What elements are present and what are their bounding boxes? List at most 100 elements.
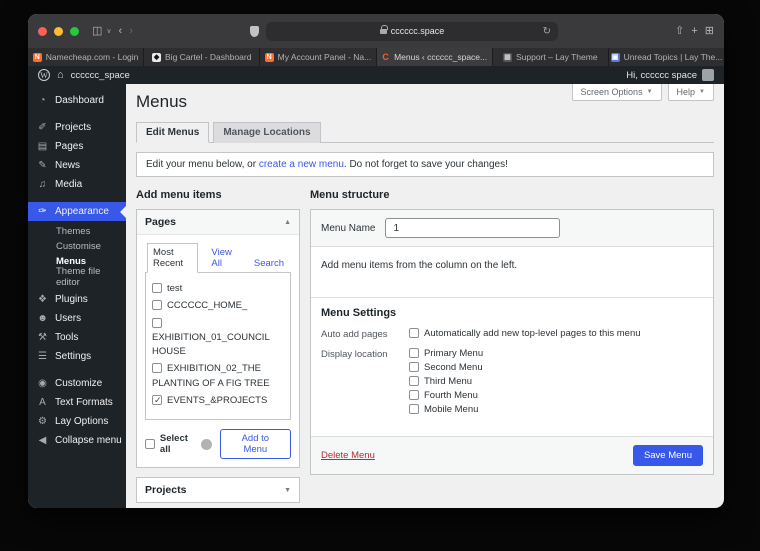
tools-icon: ⚒ — [38, 332, 47, 343]
checkbox[interactable] — [152, 283, 162, 293]
avatar[interactable] — [702, 69, 714, 81]
sidebar-item-users[interactable]: ☻ Users — [28, 309, 126, 328]
address-bar[interactable]: cccccc.space ↻ — [266, 21, 558, 41]
second-menu-checkbox[interactable] — [409, 362, 419, 372]
empty-menu-message: Add menu items from the column on the le… — [321, 260, 518, 271]
close-window-button[interactable] — [38, 26, 47, 36]
user-icon: ☻ — [37, 313, 48, 324]
browser-tab-forum[interactable]: ▣ Unread Topics | Lay The... — [608, 48, 724, 66]
projects-accordion: Projects ▼ — [136, 477, 300, 503]
sidebar-item-text-formats[interactable]: A Text Formats — [28, 393, 126, 412]
browser-window: ◫ ∨ ‹ › cccccc.space ↻ ⇧ + ⊞ N Namecheap… — [28, 14, 724, 508]
sidebar-item-appearance[interactable]: ✑ Appearance — [28, 202, 126, 221]
site-name-link[interactable]: cccccc_space — [71, 70, 130, 81]
traffic-lights — [38, 26, 79, 36]
browser-tab-account-panel[interactable]: N My Account Panel - Na... — [260, 48, 377, 66]
sidebar-item-plugins[interactable]: ❖ Plugins — [28, 290, 126, 309]
account-greeting[interactable]: Hi, cccccc space — [626, 70, 697, 81]
add-menu-items-column: Add menu items Pages ▲ Most Recent View … — [136, 189, 300, 508]
spinner-icon — [200, 438, 212, 450]
sidebar-item-tools[interactable]: ⚒ Tools — [28, 328, 126, 347]
submenu-item-customise[interactable]: Customise — [28, 239, 126, 254]
menu-structure-box: Menu Name Add menu items from the column… — [310, 209, 714, 475]
page-checkbox-item: test — [152, 282, 284, 296]
fourth-menu-checkbox[interactable] — [409, 390, 419, 400]
add-to-menu-button[interactable]: Add to Menu — [219, 429, 291, 459]
checkbox[interactable] — [152, 394, 162, 407]
browser-tab-menus-active[interactable]: C Menus ‹ cccccc_space... — [376, 48, 493, 66]
sidebar-item-news[interactable]: ✎ News — [28, 156, 126, 175]
display-location-label: Display location — [321, 349, 388, 360]
location-option: Mobile Menu — [409, 404, 483, 415]
chevron-down-icon[interactable]: ∨ — [106, 28, 111, 35]
back-button[interactable]: ‹ — [119, 25, 123, 37]
checkbox[interactable] — [152, 300, 162, 311]
sidebar-item-collapse-menu[interactable]: ◀ Collapse menu — [28, 431, 126, 450]
home-icon[interactable]: ⌂ — [57, 69, 64, 81]
tab-most-recent[interactable]: Most Recent — [147, 243, 199, 273]
minimize-window-button[interactable] — [54, 26, 63, 36]
tab-search[interactable]: Search — [249, 255, 289, 272]
page-checkbox-item: EVENTS_&PROJECTS — [152, 394, 284, 408]
checkbox[interactable] — [152, 317, 162, 328]
checkbox[interactable] — [152, 363, 162, 374]
save-menu-button[interactable]: Save Menu — [632, 445, 703, 466]
help-button[interactable]: Help ▼ — [667, 84, 714, 101]
privacy-shield-icon[interactable] — [250, 25, 259, 37]
browser-tab-support[interactable]: ▦ Support – Lay Theme — [492, 48, 609, 66]
chevron-down-icon: ▼ — [646, 89, 653, 95]
tab-edit-menus[interactable]: Edit Menus — [136, 122, 210, 143]
sidebar-item-settings[interactable]: ☰ Settings — [28, 347, 126, 366]
plugin-icon: ❖ — [38, 294, 47, 305]
admin-sidebar: ◔ Dashboard ✐ Projects ▤ Pages ✎ News ♫ … — [28, 84, 126, 508]
forward-button[interactable]: › — [129, 25, 133, 37]
primary-menu-checkbox[interactable] — [409, 348, 419, 358]
screen-options-button[interactable]: Screen Options ▼ — [571, 84, 662, 101]
mobile-menu-checkbox[interactable] — [409, 404, 419, 414]
wp-admin-bar: W ⌂ cccccc_space Hi, cccccc space — [28, 66, 724, 84]
share-icon[interactable]: ⇧ — [675, 25, 684, 37]
pages-filter-tabs: Most Recent View All Search — [145, 243, 291, 273]
edit-menu-notice: Edit your menu below, or create a new me… — [136, 152, 714, 177]
pages-accordion-header[interactable]: Pages ▲ — [137, 210, 299, 235]
browser-tab-namecheap[interactable]: N Namecheap.com - Login — [28, 48, 145, 66]
menu-structure-column: Menu structure Menu Name Add menu items … — [310, 189, 714, 508]
reload-icon[interactable]: ↻ — [543, 26, 551, 37]
main-content: Screen Options ▼ Help ▼ Menus Edit Menus… — [126, 84, 724, 508]
bigcartel-favicon: ◆ — [152, 52, 162, 62]
menu-name-input[interactable] — [385, 218, 561, 238]
browser-tab-bigcartel[interactable]: ◆ Big Cartel - Dashboard — [144, 48, 261, 66]
chevron-up-icon: ▲ — [284, 218, 291, 226]
zoom-window-button[interactable] — [70, 26, 79, 36]
sidebar-item-media[interactable]: ♫ Media — [28, 175, 126, 194]
submenu-item-themes[interactable]: Themes — [28, 224, 126, 239]
delete-menu-link[interactable]: Delete Menu — [321, 450, 375, 461]
sidebar-item-pages[interactable]: ▤ Pages — [28, 137, 126, 156]
tab-overview-icon[interactable]: ⊞ — [705, 25, 714, 37]
laytheme-favicon: ▦ — [502, 52, 512, 62]
tab-manage-locations[interactable]: Manage Locations — [213, 122, 321, 143]
forum-favicon: ▣ — [610, 52, 620, 62]
pencil-icon: ✎ — [38, 160, 47, 171]
location-option: Third Menu — [409, 376, 483, 387]
third-menu-checkbox[interactable] — [409, 376, 419, 386]
menu-settings-heading: Menu Settings — [321, 307, 397, 319]
sidebar-toggle-icon[interactable]: ◫ — [92, 25, 102, 37]
submenu-item-theme-file-editor[interactable]: Theme file editor — [28, 266, 126, 288]
new-tab-icon[interactable]: + — [691, 25, 697, 37]
tab-view-all[interactable]: View All — [206, 244, 240, 272]
auto-add-pages-checkbox[interactable] — [409, 328, 419, 338]
select-all-checkbox[interactable] — [145, 439, 155, 449]
namecheap-favicon: N — [32, 52, 42, 62]
menu-structure-heading: Menu structure — [310, 189, 390, 201]
namecheap-favicon: N — [264, 52, 274, 62]
pin-icon: ✐ — [38, 122, 47, 133]
create-new-menu-link[interactable]: create a new menu — [259, 159, 344, 170]
wordpress-logo-icon[interactable]: W — [38, 69, 50, 81]
gear-icon: ⚙ — [38, 416, 47, 427]
sidebar-item-customize[interactable]: ◉ Customize — [28, 374, 126, 393]
projects-accordion-header[interactable]: Projects ▼ — [137, 478, 299, 502]
sidebar-item-lay-options[interactable]: ⚙ Lay Options — [28, 412, 126, 431]
sidebar-item-dashboard[interactable]: ◔ Dashboard — [28, 91, 126, 110]
sidebar-item-projects[interactable]: ✐ Projects — [28, 118, 126, 137]
